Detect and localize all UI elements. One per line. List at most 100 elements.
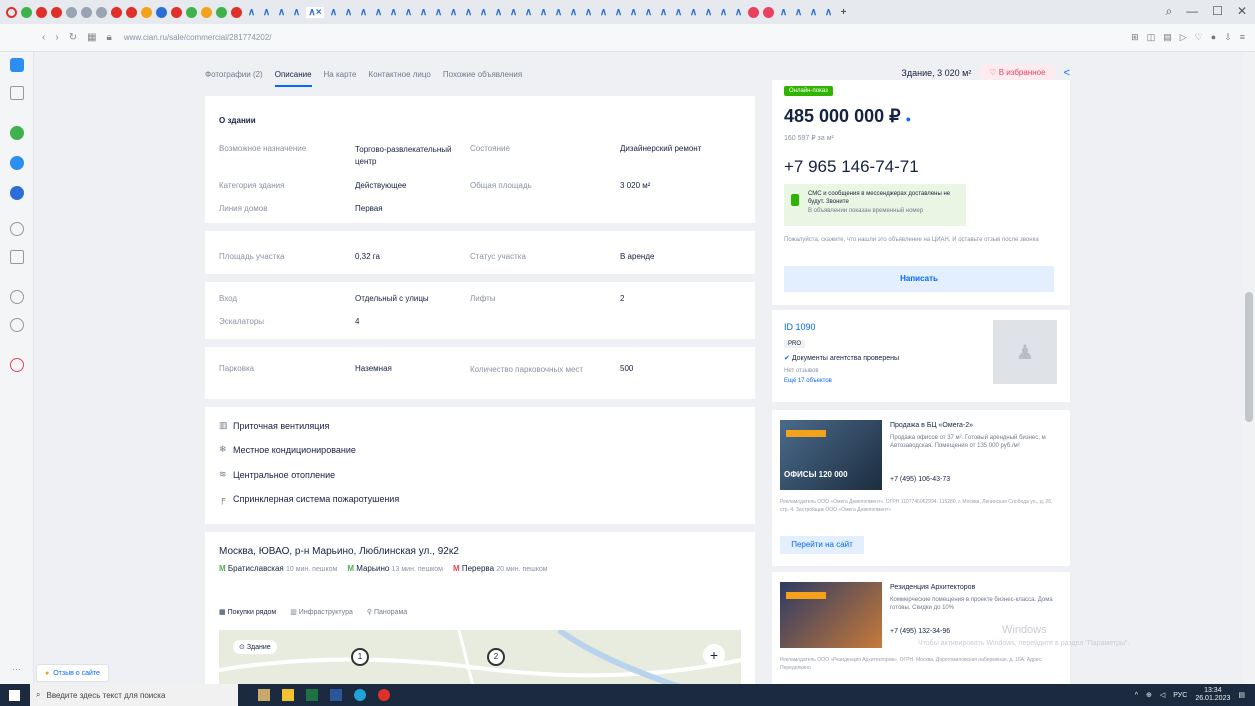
url-field[interactable]: www.cian.ru/sale/commercial/281774202/ (124, 33, 272, 42)
tab-icon[interactable]: ∧ (403, 7, 414, 18)
subnav-similar[interactable]: Похожие объявления (443, 60, 522, 89)
tray-arrow-icon[interactable]: ^ (1135, 692, 1138, 699)
tab-icon[interactable] (216, 6, 227, 18)
share-icon[interactable]: < (1064, 67, 1070, 79)
heart-icon[interactable]: ♡ (1195, 32, 1203, 43)
camera-icon[interactable]: ◫ (1147, 32, 1156, 43)
tab-icon[interactable]: ∧ (808, 7, 819, 18)
ad-image[interactable] (780, 582, 882, 648)
metro-item[interactable]: M Перерва 20 мин. пешком (453, 564, 548, 573)
subnav-contact[interactable]: Контактное лицо (368, 60, 430, 89)
tab-icon[interactable] (201, 6, 212, 18)
tab-icon[interactable]: ∧ (553, 7, 564, 18)
tab-icon[interactable]: ∧ (276, 7, 287, 18)
price-info-icon[interactable]: ● (906, 114, 911, 124)
workspace-icon[interactable] (10, 58, 24, 72)
bookmarks-icon[interactable]: ▤ (1163, 32, 1172, 43)
maximize-icon[interactable]: ☐ (1212, 4, 1223, 19)
notifications-icon[interactable]: ▤ (1238, 691, 1245, 699)
tab-icon[interactable]: ∧ (291, 7, 302, 18)
play-icon[interactable]: ▷ (1180, 32, 1187, 43)
download-icon[interactable]: ⇩ (1224, 32, 1232, 43)
ad-phone[interactable]: +7 (495) 106-43-73 (890, 476, 950, 483)
metro-item[interactable]: M Братиславская 10 мин. пешком (219, 564, 337, 573)
more-icon[interactable]: ··· (12, 664, 21, 674)
tab-icon[interactable]: ∧ (448, 7, 459, 18)
tab-icon[interactable] (156, 6, 167, 18)
taskview-icon[interactable] (258, 689, 270, 701)
phone[interactable]: +7 965 146-74-71 (784, 157, 919, 177)
reload-icon[interactable]: ↻ (69, 32, 77, 43)
tab-icon[interactable] (171, 6, 182, 18)
profile-icon[interactable]: ● (1211, 32, 1216, 43)
tab-icon[interactable]: ∧ (568, 7, 579, 18)
tab-icon[interactable]: ∧ (418, 7, 429, 18)
tab-icon[interactable]: ∧ (493, 7, 504, 18)
tab-icon[interactable]: ∧ (373, 7, 384, 18)
tab-icon[interactable] (748, 6, 759, 18)
tab-icon[interactable]: ∧ (538, 7, 549, 18)
explorer-icon[interactable] (282, 689, 294, 701)
tab-icon[interactable] (36, 6, 47, 18)
extensions-icon[interactable]: ⊞ (1131, 32, 1139, 43)
tab-icon[interactable] (763, 6, 774, 18)
edge-icon[interactable] (354, 689, 366, 701)
ad-title[interactable]: Продажа в БЦ «Омега-2» (890, 422, 973, 429)
minimize-icon[interactable]: — (1186, 4, 1198, 19)
agent-id[interactable]: ID 1090 (784, 322, 816, 332)
tab-icon[interactable]: ∧ (613, 7, 624, 18)
menu-icon[interactable]: ≡ (1240, 32, 1245, 43)
tab-icon[interactable] (126, 6, 137, 18)
tab-icon[interactable]: ∧ (261, 7, 272, 18)
tab-icon[interactable]: ∧ (793, 7, 804, 18)
tab-panorama[interactable]: ⚲ Панорама (367, 608, 407, 616)
tab-shops[interactable]: ▦ Покупки рядом (219, 608, 276, 616)
tab-icon[interactable] (96, 6, 107, 18)
tab-icon[interactable]: ∧ (388, 7, 399, 18)
tab-icon[interactable] (51, 6, 62, 18)
ad-image[interactable]: ОФИСЫ 120 000 (780, 420, 882, 490)
tab-icon[interactable]: ∧ (463, 7, 474, 18)
tab-icon[interactable]: ∧ (778, 7, 789, 18)
subnav-description[interactable]: Описание (274, 60, 312, 89)
video-icon[interactable] (10, 250, 24, 264)
tab-icon[interactable]: ∧ (246, 7, 257, 18)
subnav-photos[interactable]: Фотографии (2) (205, 60, 263, 89)
ad-phone[interactable]: +7 (495) 132-34-96 (890, 628, 950, 635)
tab-icon[interactable]: ∧ (628, 7, 639, 18)
scrollbar-thumb[interactable] (1245, 292, 1253, 422)
map-building-chip[interactable]: ⊙ Здание (233, 640, 277, 654)
tabs-grid-icon[interactable]: ▦ (87, 32, 96, 43)
tab-icon[interactable]: ∧ (688, 7, 699, 18)
home-icon[interactable] (10, 86, 24, 100)
tab-icon[interactable]: ∧ (343, 7, 354, 18)
zoom-in-button[interactable]: + (703, 644, 725, 666)
history-icon[interactable] (10, 318, 24, 332)
tab-icon[interactable]: ∧ (703, 7, 714, 18)
more-objects-link[interactable]: Ещё 17 объектов (784, 378, 832, 384)
tab-icon[interactable]: ∧ (508, 7, 519, 18)
tab-icon[interactable]: ∧ (733, 7, 744, 18)
new-tab-icon[interactable]: + (838, 7, 849, 18)
tab-icon[interactable] (81, 6, 92, 18)
word-icon[interactable] (330, 689, 342, 701)
back-icon[interactable]: ‹ (42, 32, 45, 43)
feedback-button[interactable]: ● Отзыв о сайте (36, 664, 109, 682)
tab-icon[interactable]: ∧ (583, 7, 594, 18)
excel-icon[interactable] (306, 689, 318, 701)
telegram-icon[interactable] (10, 156, 24, 170)
search-icon[interactable]: ⌕ (1165, 4, 1172, 19)
tab-icon[interactable]: ∧ (823, 7, 834, 18)
map-marker[interactable]: 2 (487, 648, 505, 666)
favorite-button[interactable]: ♡ В избранное (979, 64, 1056, 81)
tab-infrastructure[interactable]: ▥ Инфраструктура (290, 608, 353, 616)
metro-item[interactable]: M Марьино 13 мин. пешком (347, 564, 443, 573)
close-icon[interactable]: ✕ (1237, 4, 1247, 19)
tab-icon[interactable]: ∧ (718, 7, 729, 18)
player-icon[interactable] (10, 222, 24, 236)
windows-start-icon[interactable] (9, 690, 20, 701)
tab-icon[interactable] (186, 6, 197, 18)
messenger-icon[interactable] (10, 186, 24, 200)
tab-icon[interactable] (231, 6, 242, 18)
ad-visit-button[interactable]: Перейти на сайт (780, 536, 864, 554)
